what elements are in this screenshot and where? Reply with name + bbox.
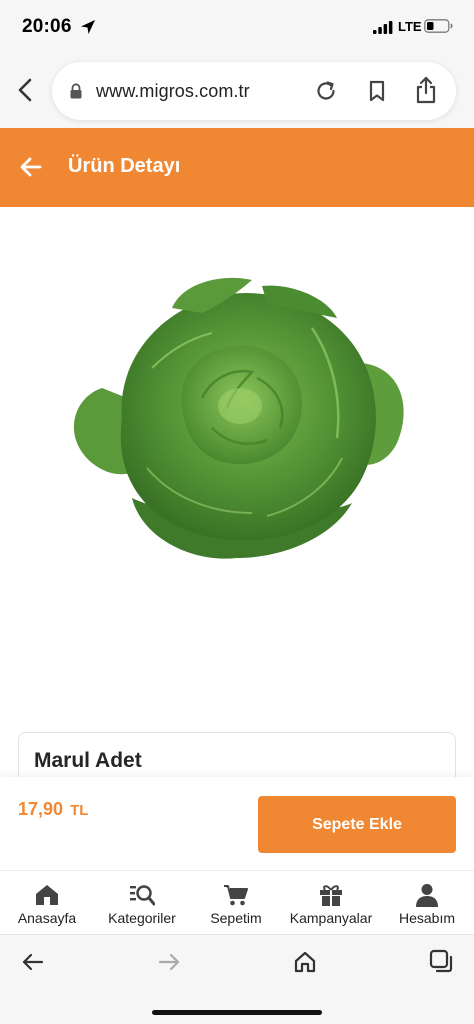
lock-icon	[70, 83, 82, 99]
product-price: 17,90 TL	[18, 799, 88, 820]
page-header: Ürün Detayı	[0, 128, 474, 207]
url-text[interactable]: www.migros.com.tr	[96, 81, 250, 102]
home-icon	[36, 885, 58, 905]
nav-label-account: Hesabım	[398, 910, 456, 926]
browser-toolbar	[0, 934, 474, 1024]
nav-item-cart[interactable]: Sepetim	[190, 871, 282, 935]
bottom-navigation: Anasayfa Kategoriler Sepetim Kampanyalar	[0, 870, 474, 934]
status-time: 20:06	[22, 16, 72, 37]
category-search-icon	[130, 885, 155, 906]
product-image[interactable]	[62, 268, 412, 568]
share-icon[interactable]	[414, 76, 438, 104]
back-arrow-icon[interactable]	[20, 949, 46, 975]
nav-label-home: Anasayfa	[17, 910, 77, 926]
battery-icon	[424, 19, 453, 33]
user-icon	[416, 884, 438, 907]
back-arrow-icon[interactable]	[18, 154, 44, 180]
browser-back-icon[interactable]	[14, 76, 38, 104]
home-indicator	[152, 1010, 322, 1015]
url-field[interactable]: www.migros.com.tr	[52, 62, 456, 120]
home-icon[interactable]	[292, 949, 318, 975]
nav-item-campaigns[interactable]: Kampanyalar	[282, 871, 380, 935]
cart-icon	[224, 885, 248, 906]
signal-icon	[373, 21, 393, 34]
nav-label-cart: Sepetim	[210, 910, 262, 926]
nav-item-categories[interactable]: Kategoriler	[94, 871, 190, 935]
forward-arrow-icon[interactable]	[156, 949, 182, 975]
tabs-icon[interactable]	[429, 949, 455, 975]
page-title: Ürün Detayı	[68, 155, 181, 177]
nav-item-home[interactable]: Anasayfa	[0, 871, 94, 935]
buy-bar: 17,90 TL Sepete Ekle	[0, 777, 474, 870]
nav-item-account[interactable]: Hesabım	[380, 871, 474, 935]
browser-address-bar: www.migros.com.tr	[0, 56, 474, 128]
status-bar: 20:06 LTE	[0, 0, 474, 56]
bookmark-icon[interactable]	[365, 79, 389, 103]
network-label: LTE	[398, 19, 422, 34]
gift-icon	[320, 885, 342, 906]
location-arrow-icon	[81, 20, 95, 34]
reload-icon[interactable]	[314, 79, 338, 103]
nav-label-categories: Kategoriler	[108, 910, 176, 926]
price-currency: TL	[70, 802, 89, 819]
product-name: Marul Adet	[34, 749, 142, 772]
price-value: 17,90	[18, 799, 64, 819]
nav-label-campaigns: Kampanyalar	[289, 910, 373, 926]
add-to-cart-button[interactable]: Sepete Ekle	[258, 796, 456, 853]
